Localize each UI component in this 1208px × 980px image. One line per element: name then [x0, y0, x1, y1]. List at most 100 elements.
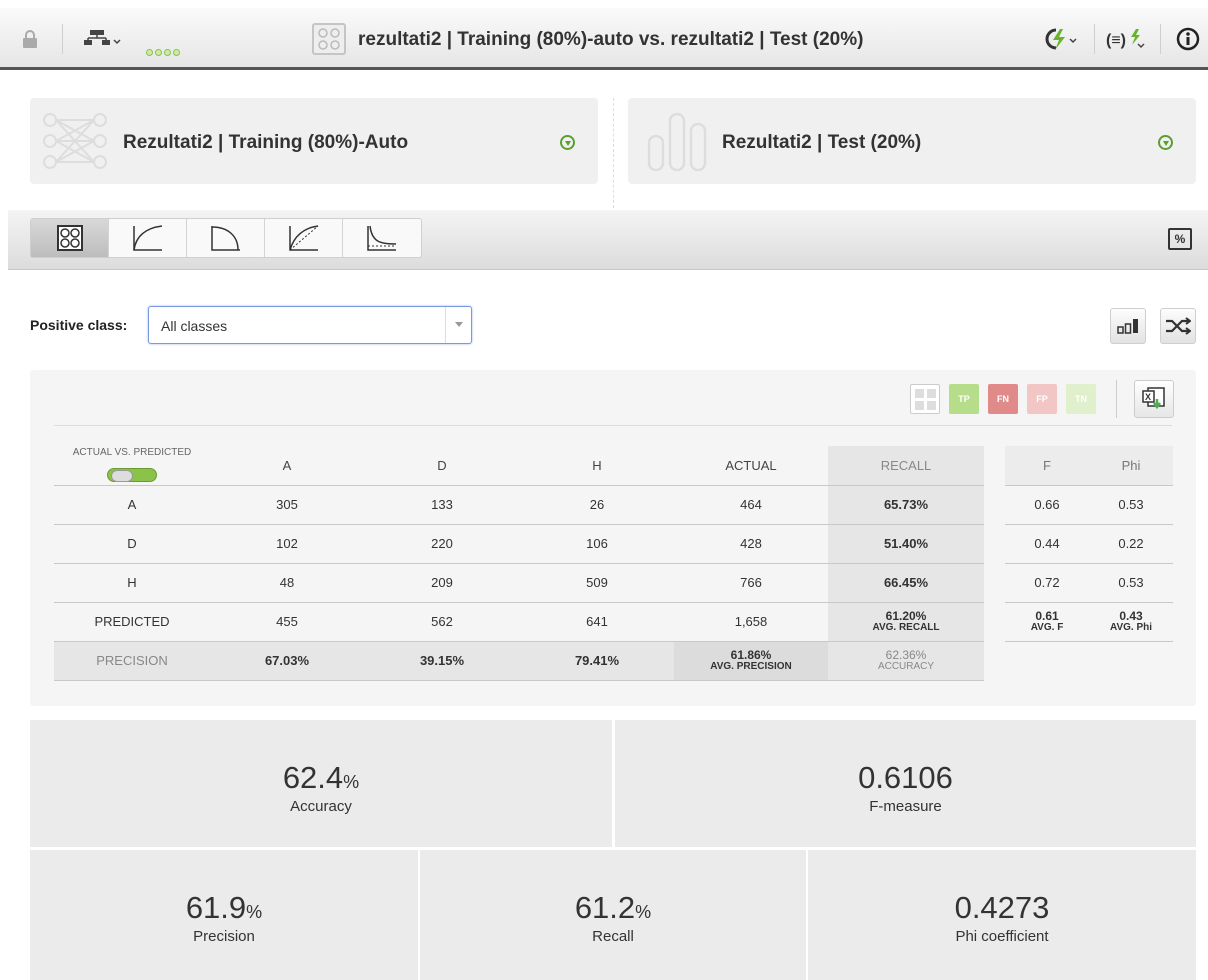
divider — [54, 425, 1172, 426]
cell[interactable]: 209 — [364, 563, 520, 603]
shuffle-button[interactable] — [1160, 308, 1196, 344]
column-header[interactable]: H — [520, 446, 674, 486]
tab-lift-curve[interactable] — [343, 219, 421, 257]
svg-text:(≡): (≡) — [1106, 32, 1126, 49]
recall-cell: 66.45% — [828, 563, 984, 603]
model-title[interactable]: Rezultati2 | Training (80%)-Auto — [123, 132, 408, 154]
cell[interactable]: 48 — [210, 563, 364, 603]
svg-text:X: X — [1145, 392, 1151, 402]
separator — [1116, 380, 1117, 418]
positive-class-select[interactable]: All classes — [148, 306, 472, 344]
phi-cell: 0.22 — [1089, 524, 1173, 564]
quadrant-legend: TP FN FP TN — [910, 383, 1096, 415]
column-header[interactable]: D — [364, 446, 520, 486]
metric-label: Accuracy — [290, 798, 352, 815]
table-row: 0.72 0.53 — [1005, 563, 1173, 603]
view-tabs — [30, 218, 422, 258]
f-cell: 0.66 — [1005, 485, 1089, 525]
cell: 562 — [364, 602, 520, 642]
recall-cell: 65.73% — [828, 485, 984, 525]
avg-f-value: 0.61 — [1035, 608, 1059, 623]
cell: 464 — [674, 485, 828, 525]
chevron-down-icon[interactable] — [560, 135, 575, 150]
avg-recall-value: 61.20% — [885, 608, 927, 623]
tab-confusion-matrix[interactable] — [31, 219, 109, 257]
table-header-row: ACTUAL VS. PREDICTED A D H ACTUAL RECALL — [54, 446, 984, 486]
dataset-title[interactable]: Rezultati2 | Test (20%) — [722, 132, 921, 154]
precision-cell: 79.41% — [520, 641, 674, 681]
precision-cell: 67.03% — [210, 641, 364, 681]
avg-row: 0.61 AVG. F 0.43 AVG. Phi — [1005, 602, 1173, 642]
lift-curve-icon — [367, 225, 397, 251]
precision-metric: 61.9% Precision — [30, 850, 418, 980]
avg-phi-label: AVG. Phi — [1109, 621, 1153, 633]
tree-menu-icon[interactable] — [82, 28, 122, 48]
table-row: H 48 209 509 766 66.45% — [54, 563, 984, 603]
avg-f-cell: 0.61 AVG. F — [1005, 602, 1089, 642]
metric-value: 61.9% — [30, 890, 418, 926]
separator — [1094, 24, 1095, 54]
metric-value: 0.6106 — [615, 760, 1196, 796]
metric-label: F-measure — [869, 798, 942, 815]
avg-recall-cell: 61.20% AVG. RECALL — [828, 602, 984, 642]
column-header: RECALL — [828, 446, 984, 486]
cell: 1,658 — [674, 602, 828, 642]
tab-gain-curve[interactable] — [265, 219, 343, 257]
separator — [1160, 24, 1161, 54]
column-header: F — [1005, 446, 1089, 486]
avg-precision-value: 61.86% — [730, 647, 772, 662]
column-header[interactable]: A — [210, 446, 364, 486]
cell[interactable]: 305 — [210, 485, 364, 525]
tn-badge[interactable]: TN — [1066, 384, 1096, 414]
fmeasure-metric: 0.6106 F-measure — [615, 720, 1196, 847]
tab-roc-curve[interactable] — [109, 219, 187, 257]
confusion-matrix-table: ACTUAL VS. PREDICTED A D H ACTUAL RECALL… — [54, 446, 984, 681]
actual-vs-predicted-label: ACTUAL VS. PREDICTED — [72, 446, 192, 458]
dataset-card[interactable]: Rezultati2 | Test (20%) — [628, 98, 1196, 184]
model-card[interactable]: Rezultati2 | Training (80%)-Auto — [30, 98, 598, 184]
metric-unit: % — [635, 902, 652, 922]
row-label: H — [54, 563, 210, 603]
tab-precision-recall-curve[interactable] — [187, 219, 265, 257]
avg-phi-value: 0.43 — [1119, 608, 1143, 623]
precision-row: PRECISION 67.03% 39.15% 79.41% 61.86% AV… — [54, 641, 984, 681]
fn-badge[interactable]: FN — [988, 384, 1018, 414]
separator — [62, 24, 63, 54]
fp-badge[interactable]: FP — [1027, 384, 1057, 414]
row-label: PREDICTED — [54, 602, 210, 642]
cell[interactable]: 106 — [520, 524, 674, 564]
grid-icon[interactable] — [910, 384, 940, 414]
avg-recall-label: AVG. RECALL — [872, 621, 940, 633]
actions-lightning-icon[interactable] — [1040, 26, 1080, 52]
metric-label: Recall — [592, 928, 634, 945]
cell[interactable]: 26 — [520, 485, 674, 525]
precision-value: 61.9 — [185, 890, 247, 925]
avg-precision-cell: 61.86% AVG. PRECISION — [674, 641, 828, 681]
table-row: D 102 220 106 428 51.40% — [54, 524, 984, 564]
avg-precision-label: AVG. PRECISION — [710, 660, 792, 672]
percent-toggle-button[interactable]: % — [1168, 228, 1192, 250]
cell[interactable]: 133 — [364, 485, 520, 525]
precision-recall-icon — [210, 226, 240, 251]
cell[interactable]: 509 — [520, 563, 674, 603]
transpose-toggle[interactable] — [107, 467, 157, 482]
chevron-down-icon[interactable] — [445, 307, 471, 343]
cell[interactable]: 102 — [210, 524, 364, 564]
export-excel-button[interactable]: X — [1134, 380, 1174, 418]
cell: 766 — [674, 563, 828, 603]
bar-chart-button[interactable] — [1110, 308, 1146, 344]
dataset-icon — [647, 112, 707, 172]
cell[interactable]: 220 — [364, 524, 520, 564]
chevron-down-icon[interactable] — [1158, 135, 1173, 150]
metric-label: Phi coefficient — [955, 928, 1049, 945]
tp-badge[interactable]: TP — [949, 384, 979, 414]
divider — [613, 98, 614, 208]
precision-cell: 39.15% — [364, 641, 520, 681]
confusion-matrix-icon — [56, 225, 83, 251]
phi-value: 0.4273 — [954, 890, 1050, 925]
metric-value: 62.4% — [30, 760, 612, 796]
lock-icon[interactable] — [22, 30, 38, 48]
info-icon[interactable] — [1176, 26, 1200, 52]
formula-lightning-icon[interactable]: (≡) — [1106, 26, 1150, 52]
positive-class-label: Positive class: — [30, 317, 128, 333]
